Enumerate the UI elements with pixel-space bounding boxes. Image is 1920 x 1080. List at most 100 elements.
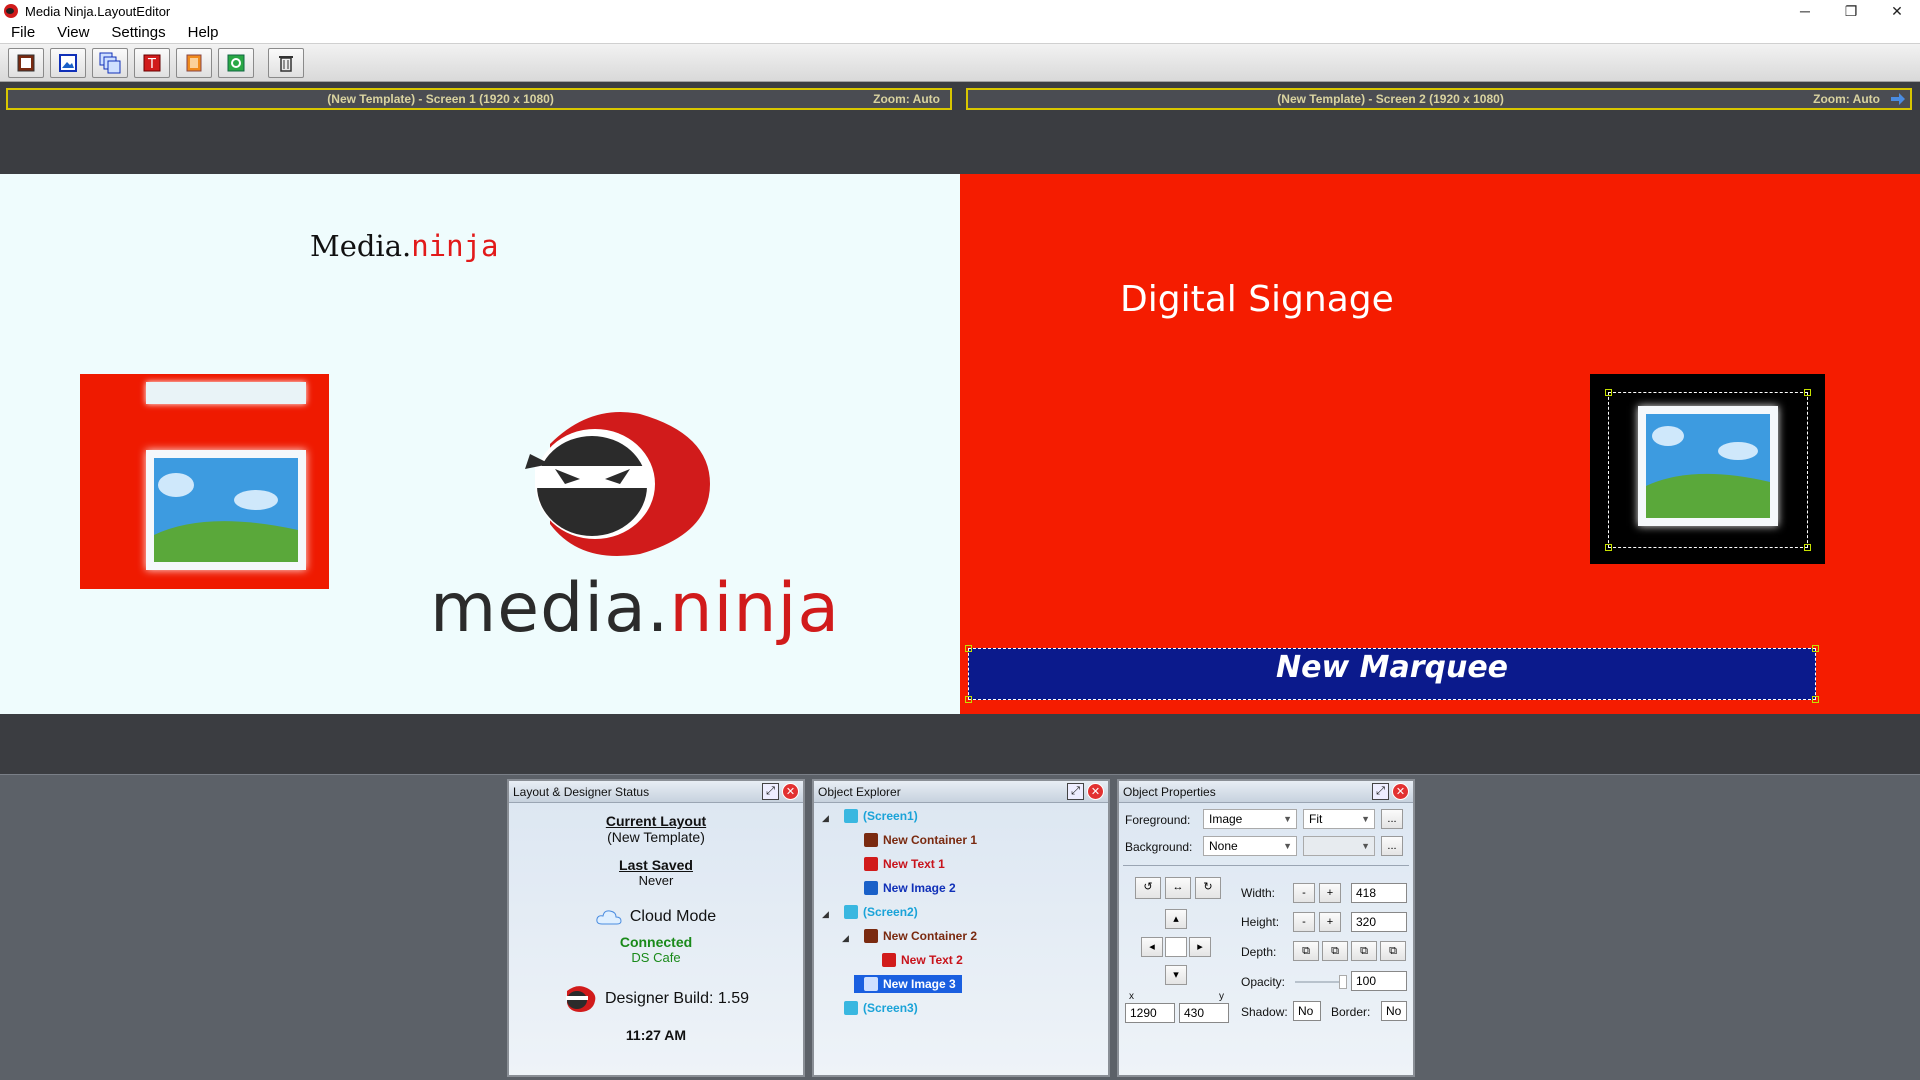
resize-handle[interactable] — [965, 696, 972, 703]
height-minus-button[interactable]: - — [1293, 912, 1315, 932]
x-input[interactable]: 1290 — [1125, 1003, 1175, 1023]
explorer-panel-header: Object Explorer ⤢ ✕ — [814, 781, 1108, 803]
arrow-up-icon: ▴ — [1173, 913, 1179, 925]
menu-bar: File View Settings Help — [0, 22, 1920, 44]
flip-horizontal-button[interactable]: ↔ — [1165, 877, 1191, 899]
add-document-button[interactable] — [176, 47, 212, 78]
rotate-right-button[interactable]: ↻ — [1195, 877, 1221, 899]
tree-image-3-selected[interactable]: New Image 3 — [854, 975, 962, 993]
menu-view[interactable]: View — [46, 24, 100, 41]
tree-text-2[interactable]: New Text 2 — [882, 953, 963, 967]
close-panel-icon[interactable]: ✕ — [1087, 783, 1104, 800]
arrow-right-icon[interactable] — [1890, 92, 1906, 106]
tree-screen1[interactable]: (Screen1) — [844, 809, 918, 823]
close-panel-icon[interactable]: ✕ — [1392, 783, 1409, 800]
width-input[interactable]: 418 — [1351, 883, 1407, 903]
send-to-back-button[interactable]: ⧉ — [1380, 941, 1406, 961]
collapse-arrow-icon[interactable]: ◢ — [822, 813, 829, 824]
maximize-panel-icon[interactable]: ⤢ — [762, 783, 779, 800]
container-2[interactable] — [1590, 374, 1825, 564]
foreground-browse-button[interactable]: ... — [1381, 809, 1403, 829]
screen2-zoom[interactable]: Zoom: Auto — [1813, 92, 1890, 106]
screen1-canvas[interactable]: Media.ninja media.ninja — [0, 174, 960, 714]
move-right-button[interactable]: ▸ — [1189, 937, 1211, 957]
opacity-slider-thumb[interactable] — [1339, 975, 1347, 989]
add-text-button[interactable]: T — [134, 47, 170, 78]
move-down-button[interactable]: ▾ — [1165, 965, 1187, 985]
move-center-button[interactable] — [1165, 937, 1187, 957]
tree-image-2[interactable]: New Image 2 — [864, 881, 956, 895]
background-browse-button[interactable]: ... — [1381, 836, 1403, 856]
build-label: Designer Build: 1.59 — [604, 990, 750, 1007]
restore-button[interactable]: ❐ — [1828, 0, 1874, 22]
resize-handle[interactable] — [1812, 645, 1819, 652]
tree-container-2[interactable]: New Container 2 — [864, 929, 977, 943]
image-placeholder-2[interactable] — [146, 450, 306, 570]
add-image-button[interactable] — [50, 47, 86, 78]
opacity-slider-track[interactable] — [1295, 981, 1345, 983]
background-select[interactable]: None ▼ — [1203, 836, 1297, 856]
fit-select[interactable]: Fit ▼ — [1303, 809, 1375, 829]
arrow-left-icon: ◂ — [1149, 941, 1155, 953]
window-controls: ─ ❐ ✕ — [1782, 0, 1920, 22]
height-input[interactable]: 320 — [1351, 912, 1407, 932]
menu-file[interactable]: File — [0, 24, 46, 41]
bring-to-front-button[interactable]: ⧉ — [1293, 941, 1319, 961]
rotate-left-button[interactable]: ↺ — [1135, 877, 1161, 899]
resize-handle[interactable] — [965, 645, 972, 652]
minimize-button[interactable]: ─ — [1782, 0, 1828, 22]
chevron-down-icon: ▼ — [1283, 814, 1292, 824]
maximize-panel-icon[interactable]: ⤢ — [1067, 783, 1084, 800]
image-icon — [864, 977, 878, 991]
delete-button[interactable] — [268, 47, 304, 78]
height-plus-button[interactable]: + — [1319, 912, 1341, 932]
foreground-select[interactable]: Image ▼ — [1203, 809, 1297, 829]
add-slideshow-button[interactable] — [92, 47, 128, 78]
close-window-button[interactable]: ✕ — [1874, 0, 1920, 22]
multi-image-icon — [99, 52, 121, 73]
resize-handle[interactable] — [1605, 389, 1612, 396]
screen1-header[interactable]: (New Template) - Screen 1 (1920 x 1080) … — [6, 88, 952, 110]
collapse-arrow-icon[interactable]: ◢ — [842, 933, 849, 944]
close-panel-icon[interactable]: ✕ — [782, 783, 799, 800]
design-workspace[interactable]: · (New Template) - Screen 1 (1920 x 1080… — [0, 82, 1920, 774]
add-web-button[interactable] — [218, 47, 254, 78]
screen2-text-object[interactable]: Digital Signage — [1120, 279, 1394, 320]
server-name: DS Cafe — [631, 950, 681, 965]
screen1-zoom[interactable]: Zoom: Auto — [873, 92, 950, 106]
resize-handle[interactable] — [1804, 544, 1811, 551]
send-backward-button[interactable]: ⧉ — [1351, 941, 1377, 961]
shadow-toggle[interactable]: No — [1293, 1001, 1321, 1021]
screen2-header[interactable]: (New Template) - Screen 2 (1920 x 1080) … — [966, 88, 1912, 110]
marquee-object[interactable]: New Marquee — [965, 645, 1819, 703]
container-1-bar — [146, 382, 306, 404]
marquee-selection-outline[interactable] — [965, 645, 1819, 703]
tree-screen3[interactable]: (Screen3) — [844, 1001, 918, 1015]
toolbar: T — [0, 44, 1920, 82]
tree-container-1[interactable]: New Container 1 — [864, 833, 977, 847]
move-up-button[interactable]: ▴ — [1165, 909, 1187, 929]
menu-settings[interactable]: Settings — [100, 24, 176, 41]
opacity-input[interactable]: 100 — [1351, 971, 1407, 991]
add-container-button[interactable] — [8, 47, 44, 78]
menu-help[interactable]: Help — [177, 24, 230, 41]
container-1[interactable] — [80, 374, 329, 589]
width-plus-button[interactable]: + — [1319, 883, 1341, 903]
bring-forward-button[interactable]: ⧉ — [1322, 941, 1348, 961]
tree-screen2[interactable]: (Screen2) — [844, 905, 918, 919]
collapse-arrow-icon[interactable]: ◢ — [822, 909, 829, 920]
resize-handle[interactable] — [1804, 389, 1811, 396]
resize-handle[interactable] — [1605, 544, 1612, 551]
text-icon — [882, 953, 896, 967]
selection-outline[interactable] — [1605, 389, 1811, 551]
cloud-mode-row: Cloud Mode — [509, 908, 803, 926]
maximize-panel-icon[interactable]: ⤢ — [1372, 783, 1389, 800]
screen2-canvas[interactable]: Digital Signage New Marquee — [960, 174, 1920, 714]
move-left-button[interactable]: ◂ — [1141, 937, 1163, 957]
resize-handle[interactable] — [1812, 696, 1819, 703]
y-input[interactable]: 430 — [1179, 1003, 1229, 1023]
width-minus-button[interactable]: - — [1293, 883, 1315, 903]
screen1-text-object[interactable]: Media.ninja — [310, 229, 499, 263]
tree-text-1[interactable]: New Text 1 — [864, 857, 945, 871]
border-toggle[interactable]: No — [1381, 1001, 1407, 1021]
